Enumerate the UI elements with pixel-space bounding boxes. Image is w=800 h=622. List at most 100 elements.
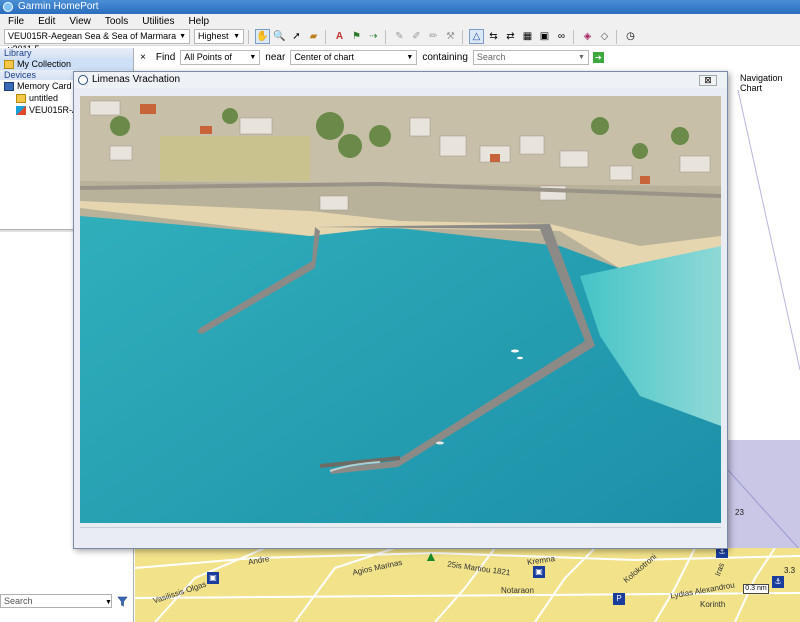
tree-icon[interactable]: ▲ (424, 548, 438, 564)
menu-utilities[interactable]: Utilities (142, 16, 174, 27)
menu-view[interactable]: View (69, 16, 91, 27)
poi-icon[interactable]: ▣ (533, 566, 545, 578)
close-icon[interactable]: × (140, 52, 146, 63)
waypoint-diamond-button[interactable]: ◈ (580, 29, 595, 44)
frame-icon: ▣ (539, 31, 550, 42)
depth-sounding: 3.3 (784, 566, 796, 575)
magnifier-icon: 🔍 (273, 31, 286, 42)
near-value: Center of chart (294, 51, 354, 62)
left-search-input[interactable]: Search (0, 594, 112, 608)
my-collection-item[interactable]: My Collection (0, 58, 133, 70)
filter-icon[interactable] (117, 596, 128, 607)
grid-button[interactable]: ▦ (520, 29, 535, 44)
toolbar: VEU015R-Aegean Sea & Sea of Marmara v201… (0, 28, 800, 54)
harbor-aerial-photo (80, 96, 721, 523)
edit-tool-4[interactable]: ⚒ (443, 29, 458, 44)
category-select[interactable]: All Points of Interest ▼ (180, 49, 261, 75)
folder-icon (4, 59, 14, 69)
pencil-icon: ✎ (395, 31, 404, 42)
go-arrow-button[interactable]: ➜ (592, 51, 604, 63)
waypoint-button[interactable]: ⚑ (349, 29, 364, 44)
link-icon: ⇆ (489, 31, 498, 42)
popup-title-bar[interactable]: Limenas Vrachation ⊠ (74, 72, 727, 88)
toolbar-separator (616, 29, 617, 44)
near-select[interactable]: Center of chart ▼ (290, 49, 418, 65)
street-network (135, 548, 800, 622)
library-header: Library (0, 48, 133, 58)
flag-icon: ⚑ (352, 31, 361, 42)
chevron-down-icon: ▼ (233, 33, 240, 40)
chevron-down-icon[interactable]: ▼ (105, 599, 112, 606)
toolbar-separator (385, 29, 386, 44)
my-collection-label: My Collection (17, 59, 72, 69)
find-search-input[interactable]: Search ▼ (472, 49, 589, 65)
map-scale: 0.3 nm (743, 584, 769, 594)
edit-tool-2[interactable]: ✐ (409, 29, 424, 44)
route-button[interactable]: ⇢ (366, 29, 381, 44)
select-button[interactable]: ➚ (289, 29, 304, 44)
diamond-outline-icon: ◇ (600, 31, 609, 42)
chart-select[interactable]: VEU015R-Aegean Sea & Sea of Marmara v201… (4, 29, 190, 54)
marina-icon[interactable]: ⚓ (772, 576, 784, 588)
swap-button[interactable]: ⇄ (503, 29, 518, 44)
link-button[interactable]: ⇆ (486, 29, 501, 44)
find-label: Find (155, 51, 176, 63)
app-icon (3, 2, 13, 12)
toolbar-separator (325, 29, 326, 44)
close-icon[interactable]: ⊠ (699, 75, 717, 86)
menu-bar: File Edit View Tools Utilities Help (0, 14, 800, 28)
harbor-photo-illustration (80, 96, 721, 523)
menu-file[interactable]: File (8, 16, 24, 27)
photo-popup-window: Limenas Vrachation ⊠ (73, 71, 728, 549)
chevron-down-icon: ▼ (577, 53, 585, 61)
binoculars-icon: ∞ (557, 31, 566, 42)
chevron-down-icon: ▼ (249, 53, 257, 61)
compass-icon (78, 75, 88, 85)
hand-icon: ✋ (256, 31, 269, 42)
chevron-down-icon: ▼ (406, 53, 414, 61)
chart-icon (16, 105, 26, 115)
detail-select[interactable]: Highest ▼ (194, 29, 244, 44)
parking-icon[interactable]: P (613, 593, 625, 605)
containing-label: containing (422, 51, 468, 63)
frame-button[interactable]: ▣ (537, 29, 552, 44)
measure-button[interactable]: ▰ (306, 29, 321, 44)
brush-icon: ✐ (412, 31, 421, 42)
route-icon: ⇢ (369, 31, 378, 42)
pointer-icon: ➚ (292, 31, 301, 42)
left-search-placeholder: Search (4, 596, 33, 606)
swap-icon: ⇄ (506, 31, 515, 42)
find-bar: × Find All Points of Interest ▼ near Cen… (135, 48, 800, 75)
untitled-label: untitled (29, 93, 59, 103)
find-search-placeholder: Search (476, 51, 506, 62)
detail-select-value: Highest (198, 31, 229, 41)
chart-lines (728, 90, 800, 550)
toolbar-separator (462, 29, 463, 44)
grid-icon: ▦ (522, 31, 533, 42)
popup-title: Limenas Vrachation (92, 74, 181, 85)
triangle-tool-button[interactable]: △ (469, 29, 484, 44)
edit-tool-3[interactable]: ✏ (426, 29, 441, 44)
street-label: Notaraon (501, 586, 534, 595)
near-label: near (265, 51, 286, 63)
street-label: Korinth (700, 600, 726, 609)
edit-tool-1[interactable]: ✎ (392, 29, 407, 44)
popup-status-bar (80, 527, 721, 545)
binoculars-button[interactable]: ∞ (554, 29, 569, 44)
poi-icon[interactable]: ▣ (207, 572, 219, 584)
toolbar-separator (248, 29, 249, 44)
waypoint-diamond-2-button[interactable]: ◇ (597, 29, 612, 44)
memory-card-icon (4, 81, 14, 91)
text-button[interactable]: A (332, 29, 347, 44)
pan-hand-button[interactable]: ✋ (255, 29, 270, 44)
menu-edit[interactable]: Edit (38, 16, 55, 27)
folder-icon (16, 93, 26, 103)
menu-help[interactable]: Help (188, 16, 209, 27)
clock-button[interactable]: ◷ (623, 29, 638, 44)
eraser-icon: ✏ (429, 31, 438, 42)
menu-tools[interactable]: Tools (105, 16, 128, 27)
text-a-icon: A (335, 31, 344, 42)
window-title: Garmin HomePort (18, 1, 99, 12)
zoom-button[interactable]: 🔍 (272, 29, 287, 44)
diamond-icon: ◈ (583, 31, 592, 42)
